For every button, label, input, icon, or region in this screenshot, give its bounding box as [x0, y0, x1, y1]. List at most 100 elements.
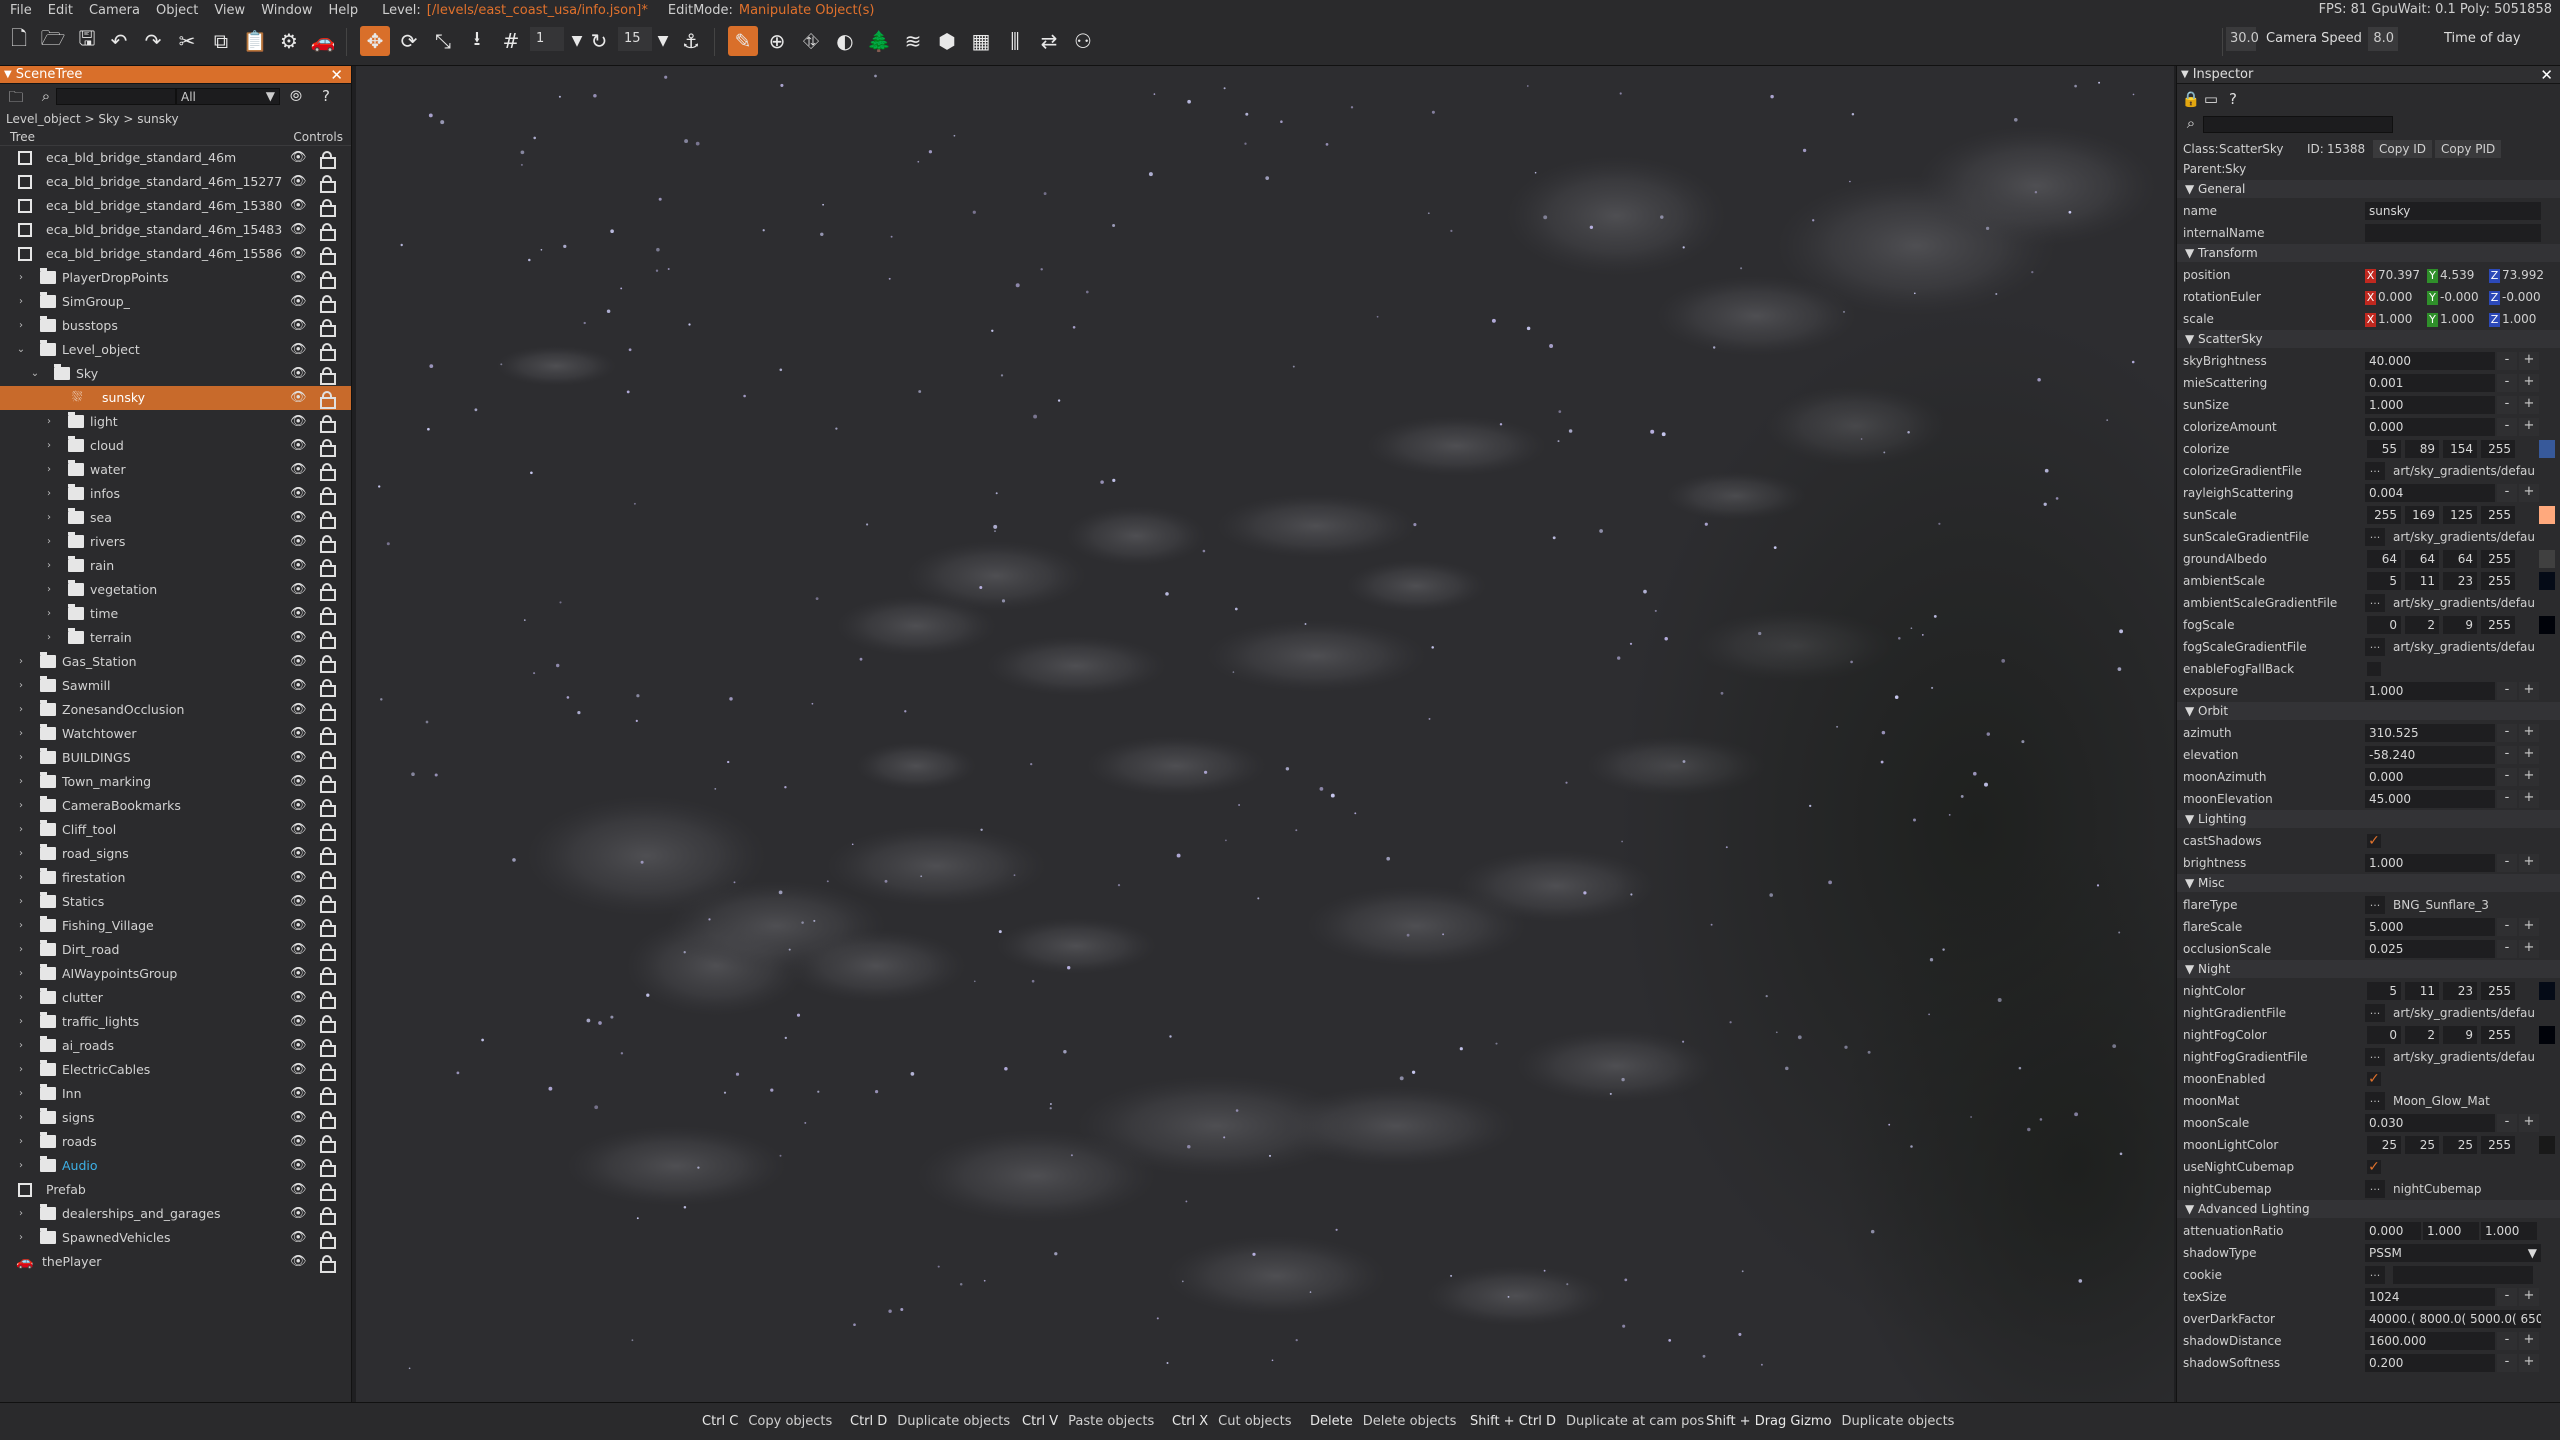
color-channel-field[interactable]: 255 — [2481, 616, 2515, 634]
lock-icon[interactable] — [320, 799, 336, 817]
color-swatch[interactable] — [2539, 1136, 2555, 1154]
plus-button[interactable]: + — [2519, 396, 2539, 414]
chevron-right-icon[interactable]: › — [16, 914, 26, 938]
visibility-eye-icon[interactable]: 👁 — [290, 650, 307, 674]
color-channel-field[interactable]: 255 — [2481, 440, 2515, 458]
chevron-right-icon[interactable]: › — [44, 602, 54, 626]
color-channel-field[interactable]: 23 — [2443, 572, 2477, 590]
tree-row[interactable]: eca_bld_bridge_standard_46m_15380 👁 — [0, 194, 351, 218]
minus-button[interactable]: - — [2497, 682, 2517, 700]
lock-icon[interactable] — [320, 631, 336, 649]
time-of-day-field[interactable]: 8.0 — [2368, 27, 2398, 51]
chevron-right-icon[interactable]: › — [16, 698, 26, 722]
chevron-right-icon[interactable]: › — [16, 842, 26, 866]
plus-button[interactable]: + — [2519, 352, 2539, 370]
chevron-down-icon[interactable]: ▼ — [648, 26, 678, 56]
tree-row[interactable]: › SimGroup_ 👁 — [0, 290, 351, 314]
visibility-eye-icon[interactable]: 👁 — [290, 434, 307, 458]
lock-icon[interactable] — [320, 1135, 336, 1153]
visibility-eye-icon[interactable]: 👁 — [290, 410, 307, 434]
chevron-right-icon[interactable]: › — [16, 866, 26, 890]
minus-button[interactable]: - — [2497, 768, 2517, 786]
chevron-right-icon[interactable]: › — [16, 1202, 26, 1226]
visibility-eye-icon[interactable]: 👁 — [290, 170, 307, 194]
chevron-right-icon[interactable]: › — [44, 626, 54, 650]
tree-row[interactable]: › signs 👁 — [0, 1106, 351, 1130]
lock-icon[interactable] — [320, 991, 336, 1009]
tree-row[interactable]: › clutter 👁 — [0, 986, 351, 1010]
add-group-icon[interactable]: 🗀 — [6, 87, 26, 107]
visibility-eye-icon[interactable]: 👁 — [290, 1178, 307, 1202]
minus-button[interactable]: - — [2497, 854, 2517, 872]
lock-icon[interactable] — [320, 391, 336, 409]
plus-button[interactable]: + — [2519, 1354, 2539, 1372]
visibility-eye-icon[interactable]: 👁 — [290, 1106, 307, 1130]
color-channel-field[interactable]: 25 — [2443, 1136, 2477, 1154]
property-value-field[interactable]: 0.001 — [2365, 374, 2495, 392]
color-swatch[interactable] — [2539, 1026, 2555, 1044]
plus-button[interactable]: + — [2519, 1114, 2539, 1132]
chevron-right-icon[interactable]: › — [16, 1154, 26, 1178]
lock-icon[interactable] — [320, 1159, 336, 1177]
chevron-right-icon[interactable]: › — [16, 962, 26, 986]
color-swatch[interactable] — [2539, 550, 2555, 568]
visibility-eye-icon[interactable]: 👁 — [290, 698, 307, 722]
property-value-field[interactable]: 1.000 — [2423, 1222, 2479, 1240]
visibility-eye-icon[interactable]: 👁 — [290, 554, 307, 578]
river-icon[interactable]: ⫼ — [1000, 26, 1030, 56]
lock-icon[interactable] — [320, 775, 336, 793]
tree-row[interactable]: ⌄ Level_object 👁 — [0, 338, 351, 362]
plus-button[interactable]: + — [2519, 682, 2539, 700]
minus-button[interactable]: - — [2497, 396, 2517, 414]
tree-row[interactable]: › Town_marking 👁 — [0, 770, 351, 794]
cut-icon[interactable]: ✂ — [172, 26, 202, 56]
color-rgba-fields[interactable]: 5 11 23 255 — [2367, 572, 2515, 590]
chevron-right-icon[interactable]: › — [16, 266, 26, 290]
color-channel-field[interactable]: 9 — [2443, 1026, 2477, 1044]
lock-icon[interactable] — [320, 679, 336, 697]
section-header-scattersky[interactable]: ▼ ScatterSky — [2177, 330, 2560, 348]
vector-y-field[interactable]: Y 1.000 — [2427, 310, 2487, 328]
lock-icon[interactable] — [320, 343, 336, 361]
chevron-right-icon[interactable]: › — [44, 506, 54, 530]
color-rgba-fields[interactable]: 55 89 154 255 — [2367, 440, 2515, 458]
chevron-right-icon[interactable]: › — [16, 1010, 26, 1034]
help-icon[interactable]: ? — [316, 87, 336, 107]
undo-icon[interactable]: ↶ — [104, 26, 134, 56]
minus-button[interactable]: - — [2497, 1288, 2517, 1306]
visibility-eye-icon[interactable]: 👁 — [290, 746, 307, 770]
property-value-field[interactable]: 1024 — [2365, 1288, 2495, 1306]
color-swatch[interactable] — [2539, 506, 2555, 524]
tree-row[interactable]: › Statics 👁 — [0, 890, 351, 914]
plus-button[interactable]: + — [2519, 484, 2539, 502]
translate-gizmo-icon[interactable]: ✥ — [360, 26, 390, 56]
open-folder-icon[interactable]: 🗁 — [38, 26, 68, 56]
browse-file-button[interactable]: ... — [2365, 638, 2385, 656]
color-rgba-fields[interactable]: 255 169 125 255 — [2367, 506, 2515, 524]
browse-file-button[interactable]: ... — [2365, 528, 2385, 546]
collapse-triangle-icon[interactable]: ▼ — [2185, 812, 2198, 826]
terrain-icon[interactable]: ◐ — [830, 26, 860, 56]
visibility-eye-icon[interactable]: 👁 — [290, 458, 307, 482]
visibility-eye-icon[interactable]: 👁 — [290, 338, 307, 362]
color-channel-field[interactable]: 5 — [2367, 572, 2401, 590]
visibility-eye-icon[interactable]: 👁 — [290, 986, 307, 1010]
plus-button[interactable]: + — [2519, 854, 2539, 872]
lock-icon[interactable] — [320, 1231, 336, 1249]
tree-row[interactable]: › busstops 👁 — [0, 314, 351, 338]
chevron-right-icon[interactable]: › — [16, 890, 26, 914]
plus-button[interactable]: + — [2519, 418, 2539, 436]
chevron-right-icon[interactable]: › — [16, 1058, 26, 1082]
decal-icon[interactable]: ⬢ — [932, 26, 962, 56]
color-channel-field[interactable]: 25 — [2367, 1136, 2401, 1154]
rotation-snap-icon[interactable]: ↻ — [584, 26, 614, 56]
inspector-search-input[interactable] — [2203, 116, 2393, 133]
object-select-icon[interactable]: ✎ — [728, 26, 758, 56]
menu-help[interactable]: Help — [328, 3, 358, 18]
property-value-field[interactable]: 0.025 — [2365, 940, 2495, 958]
lock-icon[interactable] — [320, 1183, 336, 1201]
property-value-field[interactable]: 0.000 — [2365, 768, 2495, 786]
inspector-title-bar[interactable]: ▼ Inspector ✕ — [2177, 66, 2560, 84]
color-rgba-fields[interactable]: 0 2 9 255 — [2367, 616, 2515, 634]
save-icon[interactable]: 🖫 — [72, 26, 102, 56]
